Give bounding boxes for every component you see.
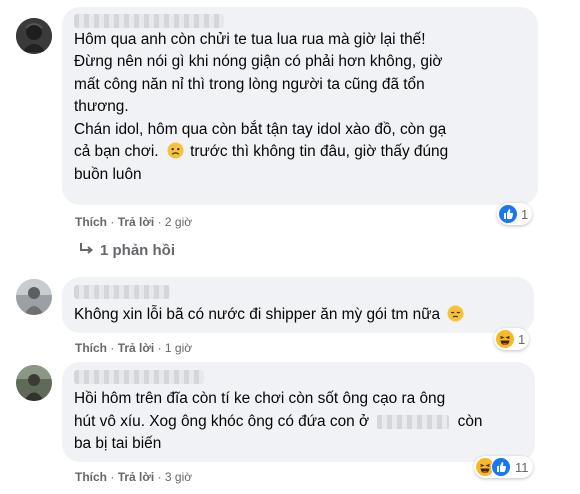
like-link[interactable]: Thích bbox=[75, 215, 107, 229]
reaction-count: 1 bbox=[518, 331, 526, 347]
reply-arrow-icon bbox=[80, 243, 94, 254]
comment-text-fragment: trước thì không tin đâu, giờ thấy đúng bbox=[185, 143, 449, 160]
author-name[interactable] bbox=[74, 285, 170, 299]
pensive-face-emoji-icon bbox=[447, 305, 464, 322]
redacted-text bbox=[377, 414, 450, 429]
haha-icon bbox=[496, 330, 514, 348]
avatar[interactable] bbox=[16, 365, 52, 401]
separator: · bbox=[157, 341, 162, 355]
replies-label: 1 phản hồi bbox=[100, 242, 175, 259]
separator: · bbox=[157, 215, 162, 229]
comment-text-fragment: hút vô xíu. Xog ông khóc ông có đứa con … bbox=[74, 413, 370, 430]
comment-text-line: Hồi hôm trên đĩa còn tí ke chơi còn sốt … bbox=[74, 390, 446, 407]
comment-text-line: buồn luôn bbox=[74, 166, 142, 183]
comment-text-line: Chán idol, hôm qua còn bắt tận tay idol … bbox=[74, 121, 447, 138]
avatar-image bbox=[16, 18, 52, 54]
comment-actions: Thích · Trả lời · 1 giờ bbox=[75, 341, 192, 355]
comment-text-line: Đừng nên nói gì khi nóng giận có phải hơ… bbox=[74, 53, 443, 70]
comment-actions: Thích · Trả lời · 2 giờ bbox=[75, 215, 192, 229]
comment-text-fragment: cả bạn chơi. bbox=[74, 143, 159, 160]
author-name[interactable] bbox=[74, 370, 204, 384]
reaction-summary[interactable]: 1 bbox=[494, 328, 530, 350]
like-link[interactable]: Thích bbox=[75, 470, 107, 484]
separator: · bbox=[110, 470, 115, 484]
timestamp[interactable]: 2 giờ bbox=[165, 215, 192, 229]
comment-text-line: thương. bbox=[74, 98, 129, 115]
like-icon bbox=[499, 205, 517, 223]
comment-text-line: mất công năn nỉ thì trong lòng người ta … bbox=[74, 76, 425, 93]
reply-link[interactable]: Trả lời bbox=[118, 470, 155, 484]
comment-text-line: hút vô xíu. Xog ông khóc ông có đứa con … bbox=[74, 411, 482, 433]
reply-link[interactable]: Trả lời bbox=[118, 215, 155, 229]
comment-actions: Thích · Trả lời · 3 giờ bbox=[75, 470, 192, 484]
comment-text-line: ba bị tai biến bbox=[74, 435, 162, 452]
reply-link[interactable]: Trả lời bbox=[118, 341, 155, 355]
avatar-image bbox=[16, 279, 52, 315]
sad-face-emoji-icon bbox=[167, 142, 184, 159]
reaction-count: 11 bbox=[515, 459, 529, 475]
like-link[interactable]: Thích bbox=[75, 341, 107, 355]
reaction-summary[interactable]: 11 bbox=[474, 456, 533, 478]
comment-text-line: Hôm qua anh còn chửi te tua lua rua mà g… bbox=[74, 31, 426, 48]
reaction-count: 1 bbox=[521, 206, 529, 222]
view-replies-link[interactable]: 1 phản hồi bbox=[78, 242, 175, 259]
avatar-image bbox=[16, 365, 52, 401]
avatar[interactable] bbox=[16, 18, 52, 54]
comment-text-line: cả bạn chơi. trước thì không tin đâu, gi… bbox=[74, 141, 448, 163]
separator: · bbox=[110, 215, 115, 229]
reaction-summary[interactable]: 1 bbox=[497, 203, 533, 225]
comment-text-fragment: Không xin lỗi bã có nước đi shipper ăn m… bbox=[74, 306, 441, 323]
timestamp[interactable]: 3 giờ bbox=[165, 470, 192, 484]
timestamp[interactable]: 1 giờ bbox=[165, 341, 192, 355]
like-icon bbox=[491, 457, 511, 477]
separator: · bbox=[110, 341, 115, 355]
author-name[interactable] bbox=[74, 14, 224, 28]
comment-text-line: Không xin lỗi bã có nước đi shipper ăn m… bbox=[74, 304, 464, 326]
separator: · bbox=[157, 470, 162, 484]
avatar[interactable] bbox=[16, 279, 52, 315]
comment-text-fragment: còn bbox=[457, 413, 483, 430]
